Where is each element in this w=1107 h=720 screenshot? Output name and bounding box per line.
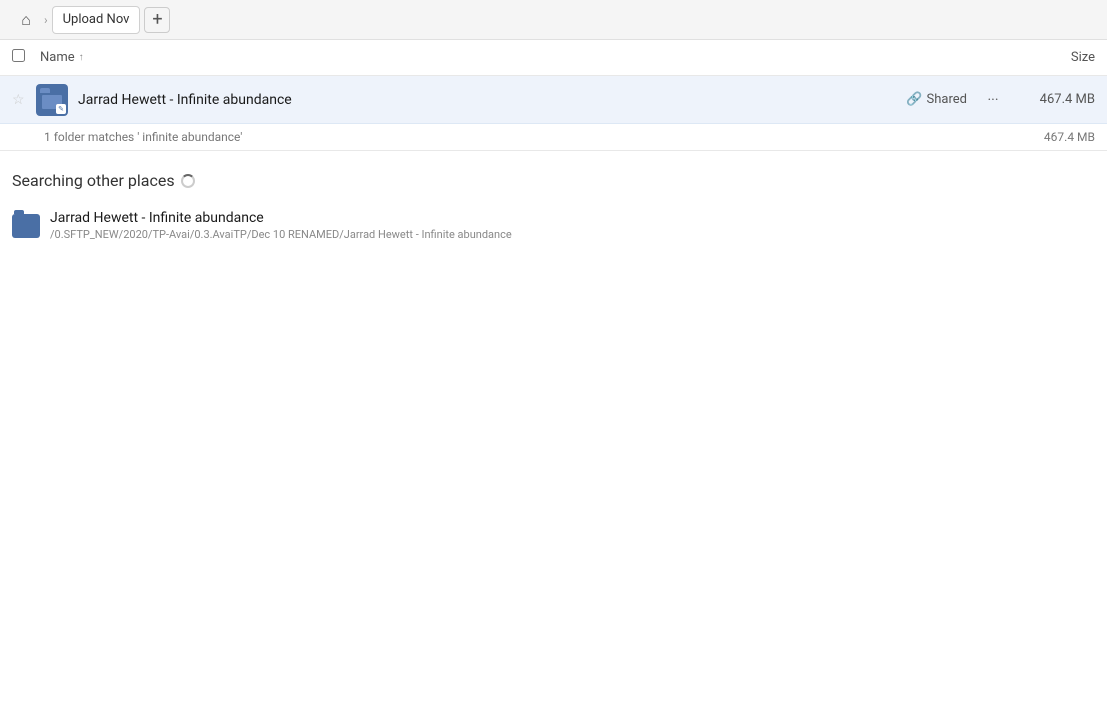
loading-spinner: [181, 174, 195, 188]
tab-label: Upload Nov: [63, 12, 130, 27]
other-result-info: Jarrad Hewett - Infinite abundance/0.SFT…: [50, 210, 512, 241]
folder-icon: [12, 214, 40, 238]
select-all-checkbox[interactable]: [12, 49, 32, 66]
more-options-button[interactable]: ···: [979, 86, 1007, 114]
folder-with-pen-icon: ✎: [36, 84, 68, 116]
tab-upload-nov[interactable]: Upload Nov: [52, 6, 141, 34]
summary-size: 467.4 MB: [1044, 130, 1095, 144]
result-name: Jarrad Hewett - Infinite abundance: [78, 92, 906, 108]
main-result-row[interactable]: ☆ ✎ Jarrad Hewett - Infinite abundance 🔗…: [0, 76, 1107, 124]
link-icon: 🔗: [906, 92, 922, 107]
top-bar: ⌂ › Upload Nov +: [0, 0, 1107, 40]
other-result-path: /0.SFTP_NEW/2020/TP-Avai/0.3.AvaiTP/Dec …: [50, 228, 512, 241]
other-result-name: Jarrad Hewett - Infinite abundance: [50, 210, 512, 226]
checkbox-input[interactable]: [12, 49, 25, 62]
star-icon[interactable]: ☆: [12, 92, 32, 108]
column-header: Name ↑ Size: [0, 40, 1107, 76]
sort-icon: ↑: [79, 52, 84, 63]
other-results-list: Jarrad Hewett - Infinite abundance/0.SFT…: [0, 202, 1107, 249]
more-icon: ···: [988, 92, 999, 108]
new-tab-button[interactable]: +: [144, 7, 170, 33]
summary-text: 1 folder matches ' infinite abundance': [44, 130, 242, 144]
other-result-row[interactable]: Jarrad Hewett - Infinite abundance/0.SFT…: [0, 202, 1107, 249]
name-column-header[interactable]: Name ↑: [40, 50, 1015, 65]
pen-overlay: ✎: [56, 104, 66, 114]
shared-badge: 🔗 Shared: [906, 92, 967, 107]
other-places-section-header: Searching other places: [0, 151, 1107, 202]
breadcrumb-arrow: ›: [44, 13, 48, 27]
shared-label: Shared: [927, 92, 967, 107]
other-places-title: Searching other places: [12, 171, 175, 190]
result-size: 467.4 MB: [1015, 92, 1095, 107]
size-column-header: Size: [1015, 50, 1095, 65]
home-icon: ⌂: [21, 10, 31, 30]
name-column-label: Name: [40, 50, 75, 65]
size-column-label: Size: [1071, 50, 1095, 65]
home-button[interactable]: ⌂: [12, 6, 40, 34]
summary-row: 1 folder matches ' infinite abundance' 4…: [0, 124, 1107, 151]
new-tab-icon: +: [152, 11, 162, 29]
